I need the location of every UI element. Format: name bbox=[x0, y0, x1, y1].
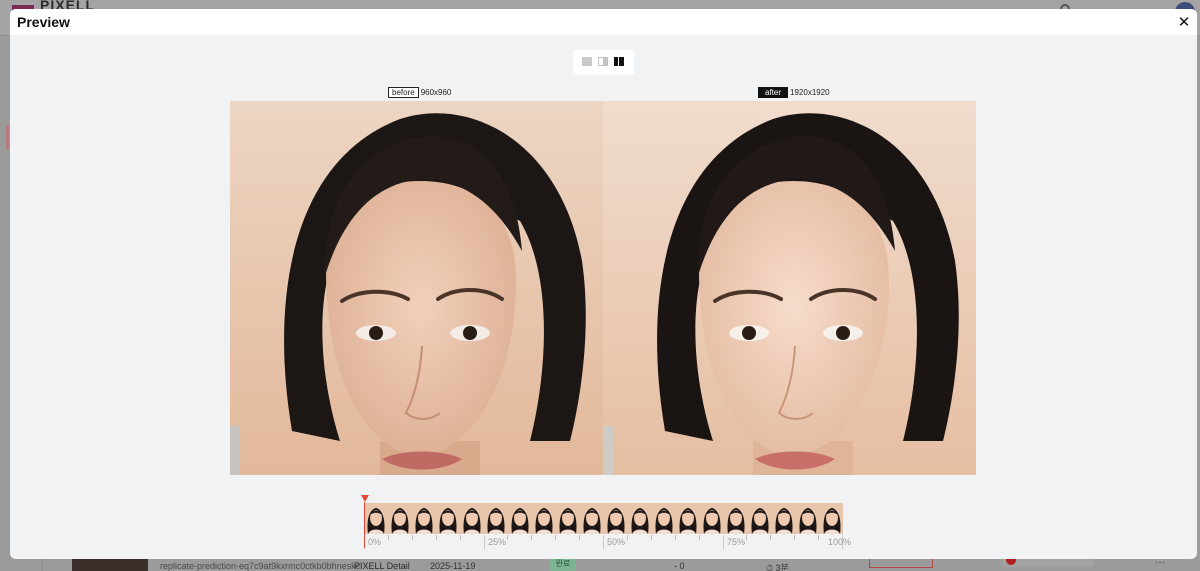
timeline-minor-tick bbox=[507, 535, 508, 540]
timeline-minor-tick bbox=[770, 535, 771, 540]
after-tag: after bbox=[758, 87, 789, 98]
timeline-label-0: 0% bbox=[368, 537, 382, 547]
timeline-frame-thumbnail[interactable] bbox=[772, 503, 796, 534]
before-label: before 960x960 bbox=[388, 87, 451, 99]
timeline-frame-thumbnail[interactable] bbox=[676, 503, 700, 534]
timeline-frame-thumbnail[interactable] bbox=[652, 503, 676, 534]
timeline-minor-tick bbox=[746, 535, 747, 540]
status-badge: 완료 bbox=[550, 557, 576, 571]
after-image bbox=[603, 101, 976, 475]
after-dimensions: 1920x1920 bbox=[790, 88, 830, 97]
side-by-side-view-icon[interactable] bbox=[614, 57, 624, 66]
timeline-frame-strip[interactable] bbox=[364, 503, 843, 534]
timeline-minor-tick bbox=[412, 535, 413, 540]
after-portrait bbox=[603, 101, 976, 475]
timeline-minor-tick bbox=[675, 535, 676, 540]
before-tag: before bbox=[388, 87, 419, 98]
timeline-frame-thumbnail[interactable] bbox=[820, 503, 843, 534]
before-portrait bbox=[230, 101, 603, 475]
timeline-label-50: 50% bbox=[607, 537, 626, 547]
timeline-frame-thumbnail[interactable] bbox=[724, 503, 748, 534]
timeline-frame-thumbnail[interactable] bbox=[580, 503, 604, 534]
timeline-frame-thumbnail[interactable] bbox=[556, 503, 580, 534]
preview-modal: Preview ✕ before960x960 after1920x1920 bbox=[10, 9, 1197, 559]
timeline-minor-tick bbox=[651, 535, 652, 540]
timeline-label-75: 75% bbox=[727, 537, 746, 547]
single-view-icon[interactable] bbox=[582, 57, 592, 66]
timeline-frame-thumbnail[interactable] bbox=[748, 503, 772, 534]
timeline-minor-tick bbox=[388, 535, 389, 540]
timeline-frame-thumbnail[interactable] bbox=[460, 503, 484, 534]
timeline-playhead-line bbox=[364, 502, 365, 548]
timeline-label-100: 100% bbox=[828, 537, 852, 547]
row-file-name: replicate-prediction-eq7c9at9kxrmc0ctkb0… bbox=[160, 561, 361, 571]
row-thumbnail bbox=[72, 557, 148, 571]
row-date: 2025-11-19 bbox=[430, 561, 476, 571]
timeline-major-tick bbox=[603, 535, 604, 549]
row-detail-link: PIXELL Detail bbox=[354, 561, 410, 571]
timeline-frame-thumbnail[interactable] bbox=[436, 503, 460, 534]
view-mode-toggle bbox=[573, 50, 634, 75]
timeline-ticks bbox=[364, 535, 843, 549]
timeline-frame-thumbnail[interactable] bbox=[508, 503, 532, 534]
timeline-minor-tick bbox=[699, 535, 700, 540]
timeline-frame-thumbnail[interactable] bbox=[364, 503, 388, 534]
timeline-minor-tick bbox=[579, 535, 580, 540]
timeline-frame-thumbnail[interactable] bbox=[532, 503, 556, 534]
before-image bbox=[230, 101, 603, 475]
modal-title: Preview bbox=[17, 14, 70, 30]
timeline-frame-thumbnail[interactable] bbox=[628, 503, 652, 534]
row-duration: ⏱ 3분 bbox=[766, 563, 789, 571]
timeline-minor-tick bbox=[460, 535, 461, 540]
before-dimensions: 960x960 bbox=[420, 88, 452, 97]
timeline-major-tick bbox=[484, 535, 485, 549]
split-view-icon[interactable] bbox=[598, 57, 608, 66]
after-label: after 1920x1920 bbox=[758, 87, 830, 99]
sidebar-accent bbox=[6, 125, 9, 149]
timeline-minor-tick bbox=[436, 535, 437, 540]
timeline-scrubber[interactable]: 0% 25% 50% 75% 100% bbox=[361, 495, 851, 555]
timeline-label-25: 25% bbox=[488, 537, 507, 547]
modal-header: Preview ✕ bbox=[10, 9, 1197, 35]
timeline-frame-thumbnail[interactable] bbox=[604, 503, 628, 534]
timeline-minor-tick bbox=[627, 535, 628, 540]
timeline-minor-tick bbox=[794, 535, 795, 540]
timeline-playhead-icon[interactable] bbox=[361, 495, 369, 502]
timeline-minor-tick bbox=[531, 535, 532, 540]
app-logo: PIXELL bbox=[40, 0, 96, 9]
timeline-frame-thumbnail[interactable] bbox=[796, 503, 820, 534]
timeline-frame-thumbnail[interactable] bbox=[388, 503, 412, 534]
timeline-frame-thumbnail[interactable] bbox=[700, 503, 724, 534]
timeline-minor-tick bbox=[555, 535, 556, 540]
timeline-frame-thumbnail[interactable] bbox=[484, 503, 508, 534]
row-cost: - 0 bbox=[674, 561, 685, 571]
timeline-frame-thumbnail[interactable] bbox=[412, 503, 436, 534]
timeline-major-tick bbox=[723, 535, 724, 549]
close-button[interactable]: ✕ bbox=[1174, 12, 1194, 32]
timeline-minor-tick bbox=[818, 535, 819, 540]
